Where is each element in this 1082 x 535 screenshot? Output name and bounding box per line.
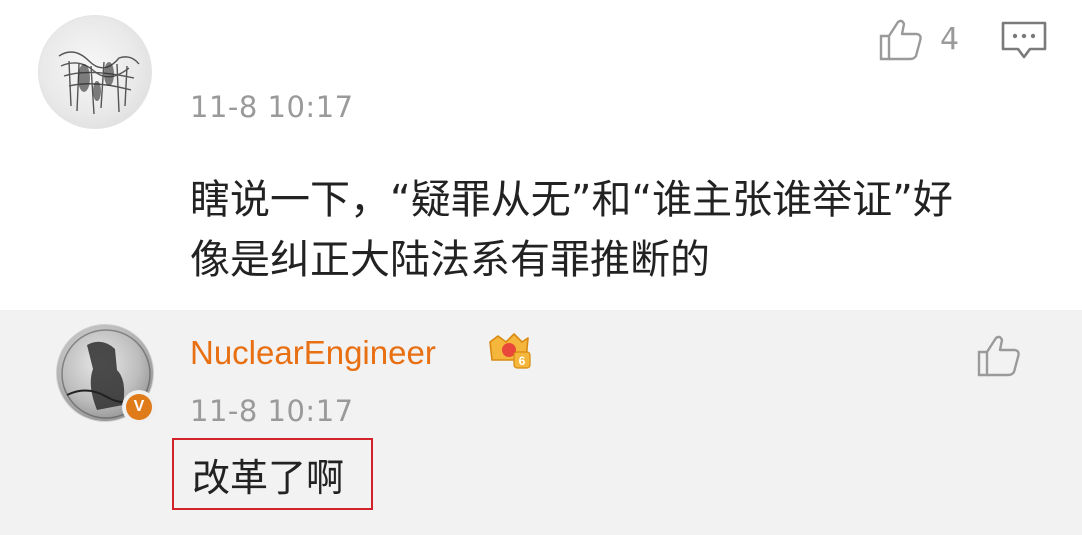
like-button[interactable] — [878, 18, 924, 62]
avatar[interactable] — [38, 15, 152, 129]
reply-username[interactable]: NuclearEngineer — [190, 334, 436, 372]
comment-timestamp: 11-8 10:17 — [190, 90, 354, 124]
highlight-box: 改革了啊 — [172, 438, 373, 510]
reply-comment: V NuclearEngineer 6 11-8 10:17 改革了啊 — [0, 310, 1082, 535]
thumbs-up-icon — [977, 335, 1020, 377]
like-button[interactable] — [976, 334, 1022, 378]
reply-text: 改革了啊 — [192, 455, 345, 500]
verified-v-icon: V — [126, 394, 152, 420]
comment-text: 瞎说一下，“疑罪从无”和“谁主张谁举证”好像是纠正大陆法系有罪推断的 — [190, 177, 953, 283]
reply-button[interactable] — [1000, 20, 1048, 60]
reply-timestamp: 11-8 10:17 — [190, 394, 354, 428]
verified-badge: V — [122, 390, 156, 424]
like-count: 4 — [940, 22, 960, 57]
thumbs-up-icon — [879, 19, 922, 61]
vip-level: 6 — [519, 354, 526, 368]
crown-badge-icon: 6 — [489, 333, 531, 369]
vip-badge[interactable]: 6 — [486, 330, 532, 370]
comment-bubble-icon — [1001, 21, 1047, 59]
avatar-image — [58, 51, 140, 115]
main-comment: 4 11-8 10:17 瞎说一下，“疑罪从无”和“谁主张谁举证”好像是纠正大陆… — [0, 0, 1082, 310]
